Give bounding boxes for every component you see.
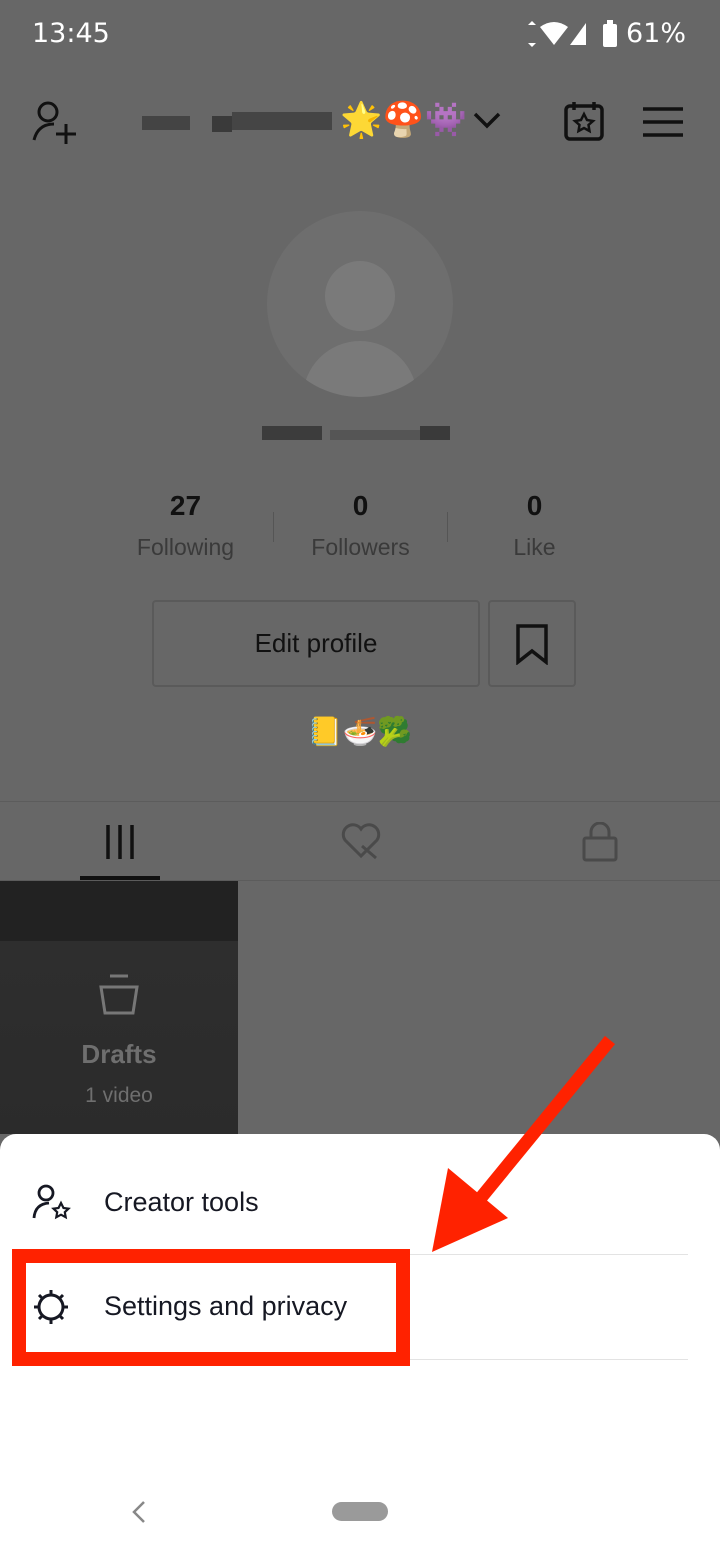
drafts-tile[interactable]: Drafts 1 video <box>0 881 238 1134</box>
battery-icon <box>602 19 617 47</box>
menu-icon[interactable] <box>643 106 683 138</box>
stat-label: Following <box>136 534 235 560</box>
bookmark-button[interactable] <box>488 600 576 687</box>
calendar-star-icon[interactable] <box>563 100 605 142</box>
stat-following[interactable]: 27 Following <box>98 490 273 561</box>
stat-value: 0 <box>526 490 543 521</box>
menu-item-creator-tools[interactable]: Creator tools <box>0 1150 720 1254</box>
drafts-title: Drafts <box>81 1039 157 1069</box>
chevron-down-icon[interactable] <box>472 110 502 130</box>
battery-percent: 61% <box>625 18 686 49</box>
divider <box>0 801 720 802</box>
tab-videos-grid-icon[interactable] <box>104 825 136 859</box>
display-name-redacted <box>250 422 470 456</box>
status-icons: 61% <box>524 18 686 49</box>
stat-value: 0 <box>352 490 369 521</box>
nav-home-pill[interactable] <box>332 1502 388 1521</box>
add-friend-icon[interactable] <box>30 100 80 146</box>
stat-label: Like <box>513 534 556 560</box>
stat-label: Followers <box>311 534 410 560</box>
edit-profile-button[interactable]: Edit profile <box>152 600 480 687</box>
stat-followers[interactable]: 0 Followers <box>273 490 448 561</box>
bookmark-icon <box>516 623 548 665</box>
tab-liked-hidden-icon[interactable] <box>340 822 382 860</box>
stat-value: 27 <box>169 490 202 521</box>
drafts-count: 1 video <box>85 1084 153 1107</box>
username-emojis: 🌟🍄👾 <box>340 101 468 139</box>
wifi-icon <box>527 20 586 47</box>
annotation-highlight-box <box>12 1249 410 1366</box>
drafts-icon <box>99 974 139 1015</box>
creator-tools-icon <box>32 1184 71 1220</box>
nav-back-icon[interactable] <box>130 1500 148 1524</box>
menu-item-label: Creator tools <box>104 1186 259 1217</box>
stat-likes[interactable]: 0 Like <box>447 490 622 561</box>
tab-private-lock-icon[interactable] <box>582 822 618 862</box>
status-time: 13:45 <box>32 18 110 49</box>
avatar[interactable] <box>267 211 453 397</box>
bio: 📒🍜🥦 <box>307 716 413 747</box>
username-redacted[interactable] <box>142 112 332 136</box>
